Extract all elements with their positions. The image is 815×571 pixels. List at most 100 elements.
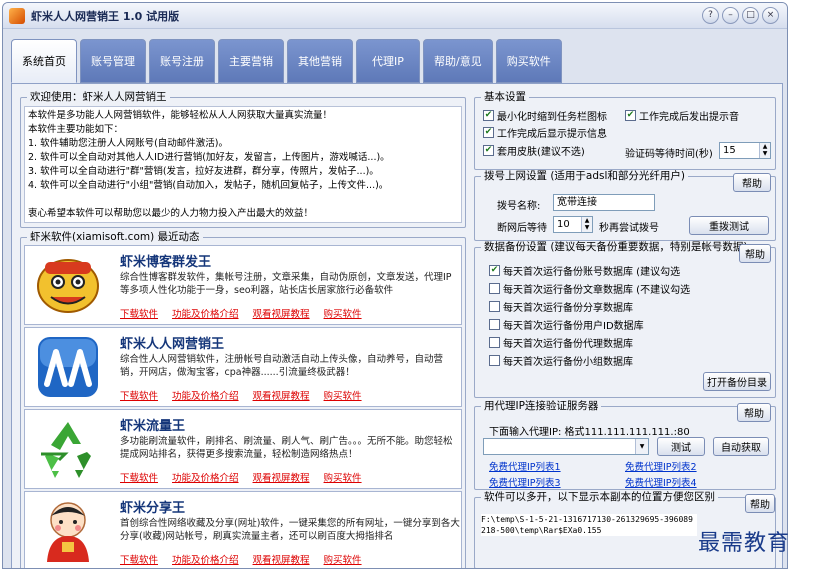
product-card: 虾米人人网营销王 综合性人人网营销软件，注册帐号自动激活自动上传头像，自动养号，… [24,327,462,407]
video-link[interactable]: 观看视屏教程 [253,306,310,320]
open-backup-folder-button[interactable]: 打开备份目录 [703,372,771,391]
buy-link[interactable]: 购买软件 [324,470,362,484]
tab-buy-software[interactable]: 购买软件 [495,39,562,83]
dial-help-button[interactable]: 帮助 [733,173,771,192]
features-link[interactable]: 功能及价格介绍 [172,470,239,484]
done-sound-option[interactable]: ✔ 工作完成后发出提示音 [625,108,739,123]
proxy-test-button[interactable]: 测试 [657,437,705,456]
welcome-line: 4. 软件可以全自动进行"小组"营销(自动加入，发帖子，随机回复帖子，上传文件.… [28,180,389,191]
spin-arrows-icon[interactable]: ▲ ▼ [759,143,770,158]
features-link[interactable]: 功能及价格介绍 [172,388,239,402]
free-proxy-list-link[interactable]: 免费代理IP列表3 [489,475,561,489]
free-proxy-list-link[interactable]: 免费代理IP列表1 [489,459,561,473]
free-proxy-list-link[interactable]: 免费代理IP列表4 [625,475,697,489]
welcome-line [28,193,458,207]
backup-group-option[interactable]: 每天首次运行备份小组数据库 [489,353,633,368]
checkbox-unchecked[interactable] [489,319,500,330]
checkbox-unchecked[interactable] [489,355,500,366]
checkbox-unchecked[interactable] [489,301,500,312]
backup-share-option[interactable]: 每天首次运行备份分享数据库 [489,299,633,314]
dial-name-input[interactable]: 宽带连接 [553,194,655,211]
tab-other-marketing[interactable]: 其他营销 [287,39,353,83]
backup-account-option[interactable]: ✔ 每天首次运行备份账号数据库 (建议勾选 [489,263,680,278]
tab-main-marketing[interactable]: 主要营销 [218,39,284,83]
product-name: 虾米流量王 [120,419,186,434]
auto-fetch-button[interactable]: 自动获取 [713,437,769,456]
backup-proxy-option[interactable]: 每天首次运行备份代理数据库 [489,335,633,350]
download-link[interactable]: 下载软件 [120,470,158,484]
checkbox-checked[interactable]: ✔ [483,127,494,138]
tab-home[interactable]: 系统首页 [11,39,77,83]
product-desc: 综合性博客群发软件，集帐号注册，文章采集，自动伪原创，文章发送，代理IP等多项人… [120,272,452,296]
backup-settings-group: 数据备份设置 (建议每天备份重要数据，特别是帐号数据) 帮助 ✔ 每天首次运行备份… [474,241,776,398]
video-link[interactable]: 观看视屏教程 [253,552,310,566]
product-name: 虾米分享王 [120,501,186,516]
maximize-button[interactable]: □ [742,7,759,24]
video-link[interactable]: 观看视屏教程 [253,388,310,402]
reconnect-wait-spinner[interactable]: 10 ▲ ▼ [553,216,593,233]
proxy-input[interactable]: ▼ [483,438,649,455]
proxy-help-button[interactable]: 帮助 [737,403,771,422]
checkbox-unchecked[interactable] [489,337,500,348]
checkbox-checked[interactable]: ✔ [483,145,494,156]
minimize-tray-option[interactable]: ✔ 最小化时缩到任务栏图标 [483,108,607,123]
chevron-down-icon[interactable]: ▼ [635,439,648,454]
dial-name-label: 拨号名称: [497,201,541,212]
spin-arrows-icon[interactable]: ▲ ▼ [581,217,592,232]
video-link[interactable]: 观看视屏教程 [253,470,310,484]
captcha-wait-spinner[interactable]: 15 ▲ ▼ [719,142,771,159]
free-proxy-list-link[interactable]: 免费代理IP列表2 [625,459,697,473]
product-name: 虾米博客群发王 [120,255,212,270]
window-title: 虾米人人网营销王 1.0 试用版 [31,9,180,23]
download-link[interactable]: 下载软件 [120,306,158,320]
product-card: 虾米流量王 多功能刷流量软件，刷排名、刷流量、刷人气、刷广告。。。无所不能。助您… [24,409,462,489]
download-link[interactable]: 下载软件 [120,552,158,566]
home-panel: 欢迎使用：虾米人人网营销王 本软件是多功能人人网营销软件，能够轻松从人人网获取大… [11,83,783,568]
tab-account-manage[interactable]: 账号管理 [80,39,146,83]
buy-link[interactable]: 购买软件 [324,306,362,320]
backup-article-option[interactable]: 每天首次运行备份文章数据库 (不建议勾选 [489,281,690,296]
tab-proxy-ip[interactable]: 代理IP [356,39,420,83]
features-link[interactable]: 功能及价格介绍 [172,306,239,320]
product-desc: 综合性人人网营销软件，注册帐号自动激活自动上传头像，自动养号，自动营销，开网店，… [120,354,444,378]
buy-link[interactable]: 购买软件 [324,552,362,566]
path-help-button[interactable]: 帮助 [745,494,775,513]
features-link[interactable]: 功能及价格介绍 [172,552,239,566]
welcome-text: 本软件是多功能人人网营销软件，能够轻松从人人网获取大量真实流量！ 本软件主要功能… [24,106,462,223]
welcome-group: 欢迎使用：虾米人人网营销王 本软件是多功能人人网营销软件，能够轻松从人人网获取大… [20,91,466,228]
news-title: 虾米软件(xiamisoft.com) 最近动态 [27,231,203,244]
recycle-arrows-icon [41,422,91,478]
minimize-button[interactable]: – [722,7,739,24]
proxy-format-label: 下面输入代理IP: 格式111.111.111.111.:80 [489,427,690,438]
welcome-title: 欢迎使用：虾米人人网营销王 [27,91,170,104]
copy-path-text: F:\temp\S-1-5-21-1316717130-261329695-39… [481,514,697,536]
backup-userid-option[interactable]: 每天首次运行备份用户ID数据库 [489,317,644,332]
product-desc: 首创综合性网络收藏及分享(网址)软件，一键采集您的所有网址，一键分享到各大分享(… [120,518,460,542]
welcome-line: 衷心希望本软件可以帮助您以最少的人力物力投入产出最大的效益！ [28,208,314,219]
redial-test-button[interactable]: 重拨测试 [689,216,769,235]
close-button[interactable]: × [762,7,779,24]
dial-settings-title: 拨号上网设置 (适用于adsl和部分光纤用户) [481,170,689,183]
skin-option[interactable]: ✔ 套用皮肤(建议不选) [483,143,585,158]
checkbox-checked[interactable]: ✔ [489,265,500,276]
proxy-group: 用代理IP连接验证服务器 帮助 下面输入代理IP: 格式111.111.111.… [474,400,776,490]
tab-help-feedback[interactable]: 帮助/意见 [423,39,493,83]
download-link[interactable]: 下载软件 [120,388,158,402]
checkbox-checked[interactable]: ✔ [483,110,494,121]
product-name: 虾米人人网营销王 [120,337,225,352]
renren-logo-icon [38,337,98,397]
checkbox-checked[interactable]: ✔ [625,110,636,121]
welcome-line: 3. 软件可以全自动进行"群"营销(发言，拉好友进群，群分享，传照片，发帖子..… [28,166,379,177]
done-message-option[interactable]: ✔ 工作完成后显示提示信息 [483,125,607,140]
help-window-button[interactable]: ? [702,7,719,24]
copy-path-title: 软件可以多开，以下显示本副本的位置方便您区别 [481,491,718,504]
checkbox-unchecked[interactable] [489,283,500,294]
lion-dance-icon [37,259,99,313]
title-bar: 虾米人人网营销王 1.0 试用版 ? – □ × [3,3,787,29]
buy-link[interactable]: 购买软件 [324,388,362,402]
tab-account-register[interactable]: 账号注册 [149,39,215,83]
backup-help-button[interactable]: 帮助 [739,244,771,263]
watermark-text: 最需教育 [698,531,791,556]
app-icon [9,7,25,24]
main-tabs: 系统首页 账号管理 账号注册 主要营销 其他营销 代理IP 帮助/意见 购买软件 [11,39,562,83]
